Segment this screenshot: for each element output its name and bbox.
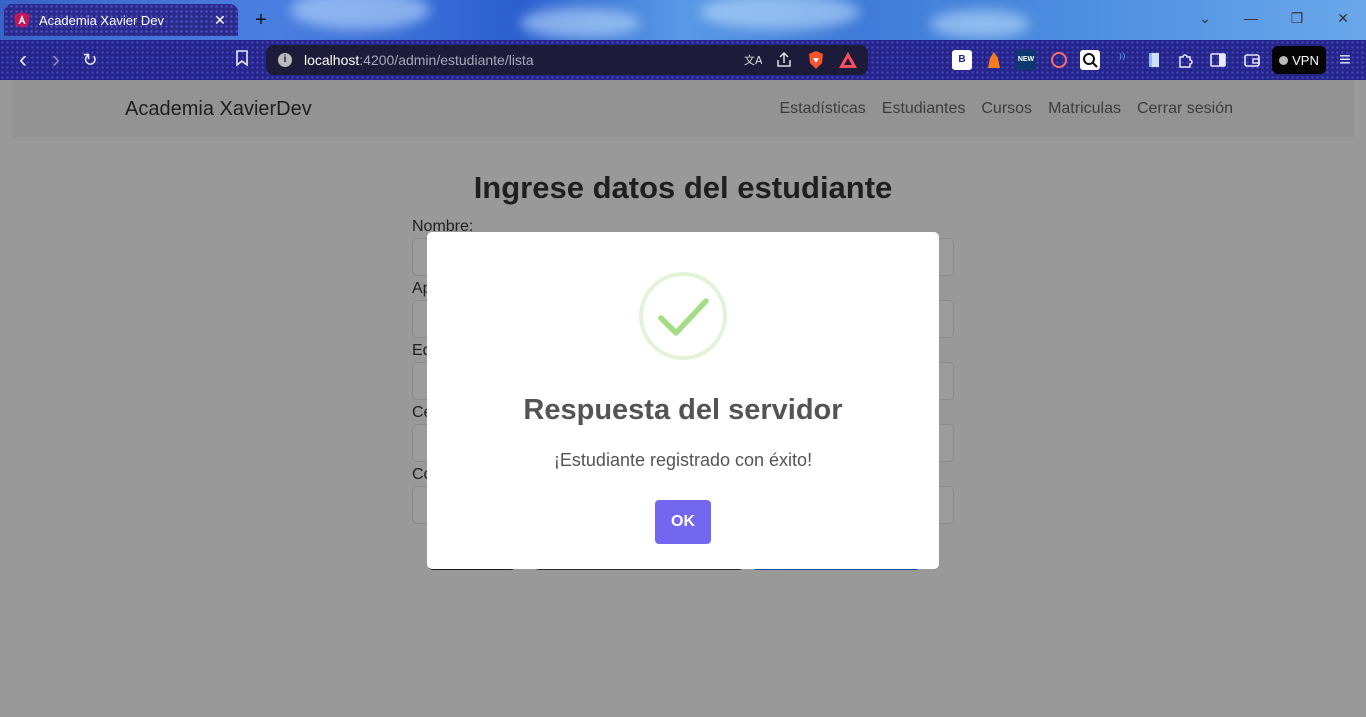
vpn-button[interactable]: VPN <box>1272 46 1326 74</box>
menu-icon[interactable]: ≡ <box>1335 50 1355 70</box>
ok-button[interactable]: OK <box>655 500 711 544</box>
dialog-title: Respuesta del servidor <box>523 394 843 426</box>
nav-links: Estadísticas Estudiantes Cursos Matricul… <box>780 100 1234 118</box>
nav-link-matriculas[interactable]: Matriculas <box>1048 100 1121 118</box>
sidebar-toggle-icon[interactable] <box>1208 50 1228 70</box>
new-tab-button[interactable]: + <box>250 9 272 31</box>
tab-search-icon[interactable]: ⌄ <box>1195 10 1215 27</box>
browser-tab[interactable]: Academia Xavier Dev ✕ <box>4 4 238 36</box>
nav-link-cursos[interactable]: Cursos <box>981 100 1032 118</box>
svg-text:文A: 文A <box>744 53 762 67</box>
wallet-icon[interactable] <box>1242 50 1262 70</box>
back-icon[interactable]: ‹ <box>13 48 33 72</box>
extension-search-icon[interactable] <box>1080 50 1100 70</box>
dialog-message: ¡Estudiante registrado con éxito! <box>553 450 813 470</box>
browser-title-bar: Academia Xavier Dev ✕ + ⌄ — ❐ ✕ <box>0 0 1366 40</box>
reload-icon[interactable]: ↻ <box>80 50 100 70</box>
site-info-icon[interactable]: i <box>278 53 292 67</box>
close-window-icon[interactable]: ✕ <box>1333 10 1353 27</box>
url-path: :4200/admin/estudiante/lista <box>359 52 534 68</box>
extensions-puzzle-icon[interactable] <box>1176 50 1196 70</box>
extension-fox-icon[interactable] <box>984 50 1004 70</box>
tab-close-icon[interactable]: ✕ <box>212 12 228 29</box>
translate-icon[interactable]: 文A <box>742 50 762 70</box>
brave-shields-icon[interactable] <box>806 50 826 70</box>
extension-files-icon[interactable] <box>1144 50 1164 70</box>
vpn-label: VPN <box>1292 52 1319 68</box>
form-heading: Ingrese datos del estudiante <box>473 170 893 205</box>
share-icon[interactable] <box>774 50 794 70</box>
angular-logo-icon <box>14 12 30 28</box>
restore-icon[interactable]: ❐ <box>1287 10 1307 27</box>
url-host: localhost <box>304 52 360 68</box>
app-navbar: Academia XavierDev Estadísticas Estudian… <box>12 80 1354 137</box>
nav-link-estudiantes[interactable]: Estudiantes <box>882 100 966 118</box>
nav-link-cerrar-sesion[interactable]: Cerrar sesión <box>1137 100 1233 118</box>
success-dialog: Respuesta del servidor ¡Estudiante regis… <box>427 232 939 569</box>
nav-link-estadisticas[interactable]: Estadísticas <box>780 100 866 118</box>
bookmark-icon[interactable] <box>232 50 252 70</box>
brave-rewards-icon[interactable] <box>838 50 858 70</box>
success-check-icon <box>639 272 727 360</box>
vpn-status-icon <box>1279 55 1289 65</box>
extension-openai-icon[interactable] <box>1049 50 1069 70</box>
forward-icon[interactable]: › <box>46 48 66 72</box>
tab-title: Academia Xavier Dev <box>39 12 164 28</box>
extension-new-icon[interactable]: NEW <box>1016 50 1036 70</box>
minimize-icon[interactable]: — <box>1241 10 1261 26</box>
address-bar[interactable]: i localhost:4200/admin/estudiante/lista … <box>266 45 868 75</box>
extension-signal-icon[interactable]: ⁾⁾ <box>1112 50 1132 70</box>
app-brand[interactable]: Academia XavierDev <box>125 98 312 121</box>
extension-b-icon[interactable]: B <box>952 50 972 70</box>
